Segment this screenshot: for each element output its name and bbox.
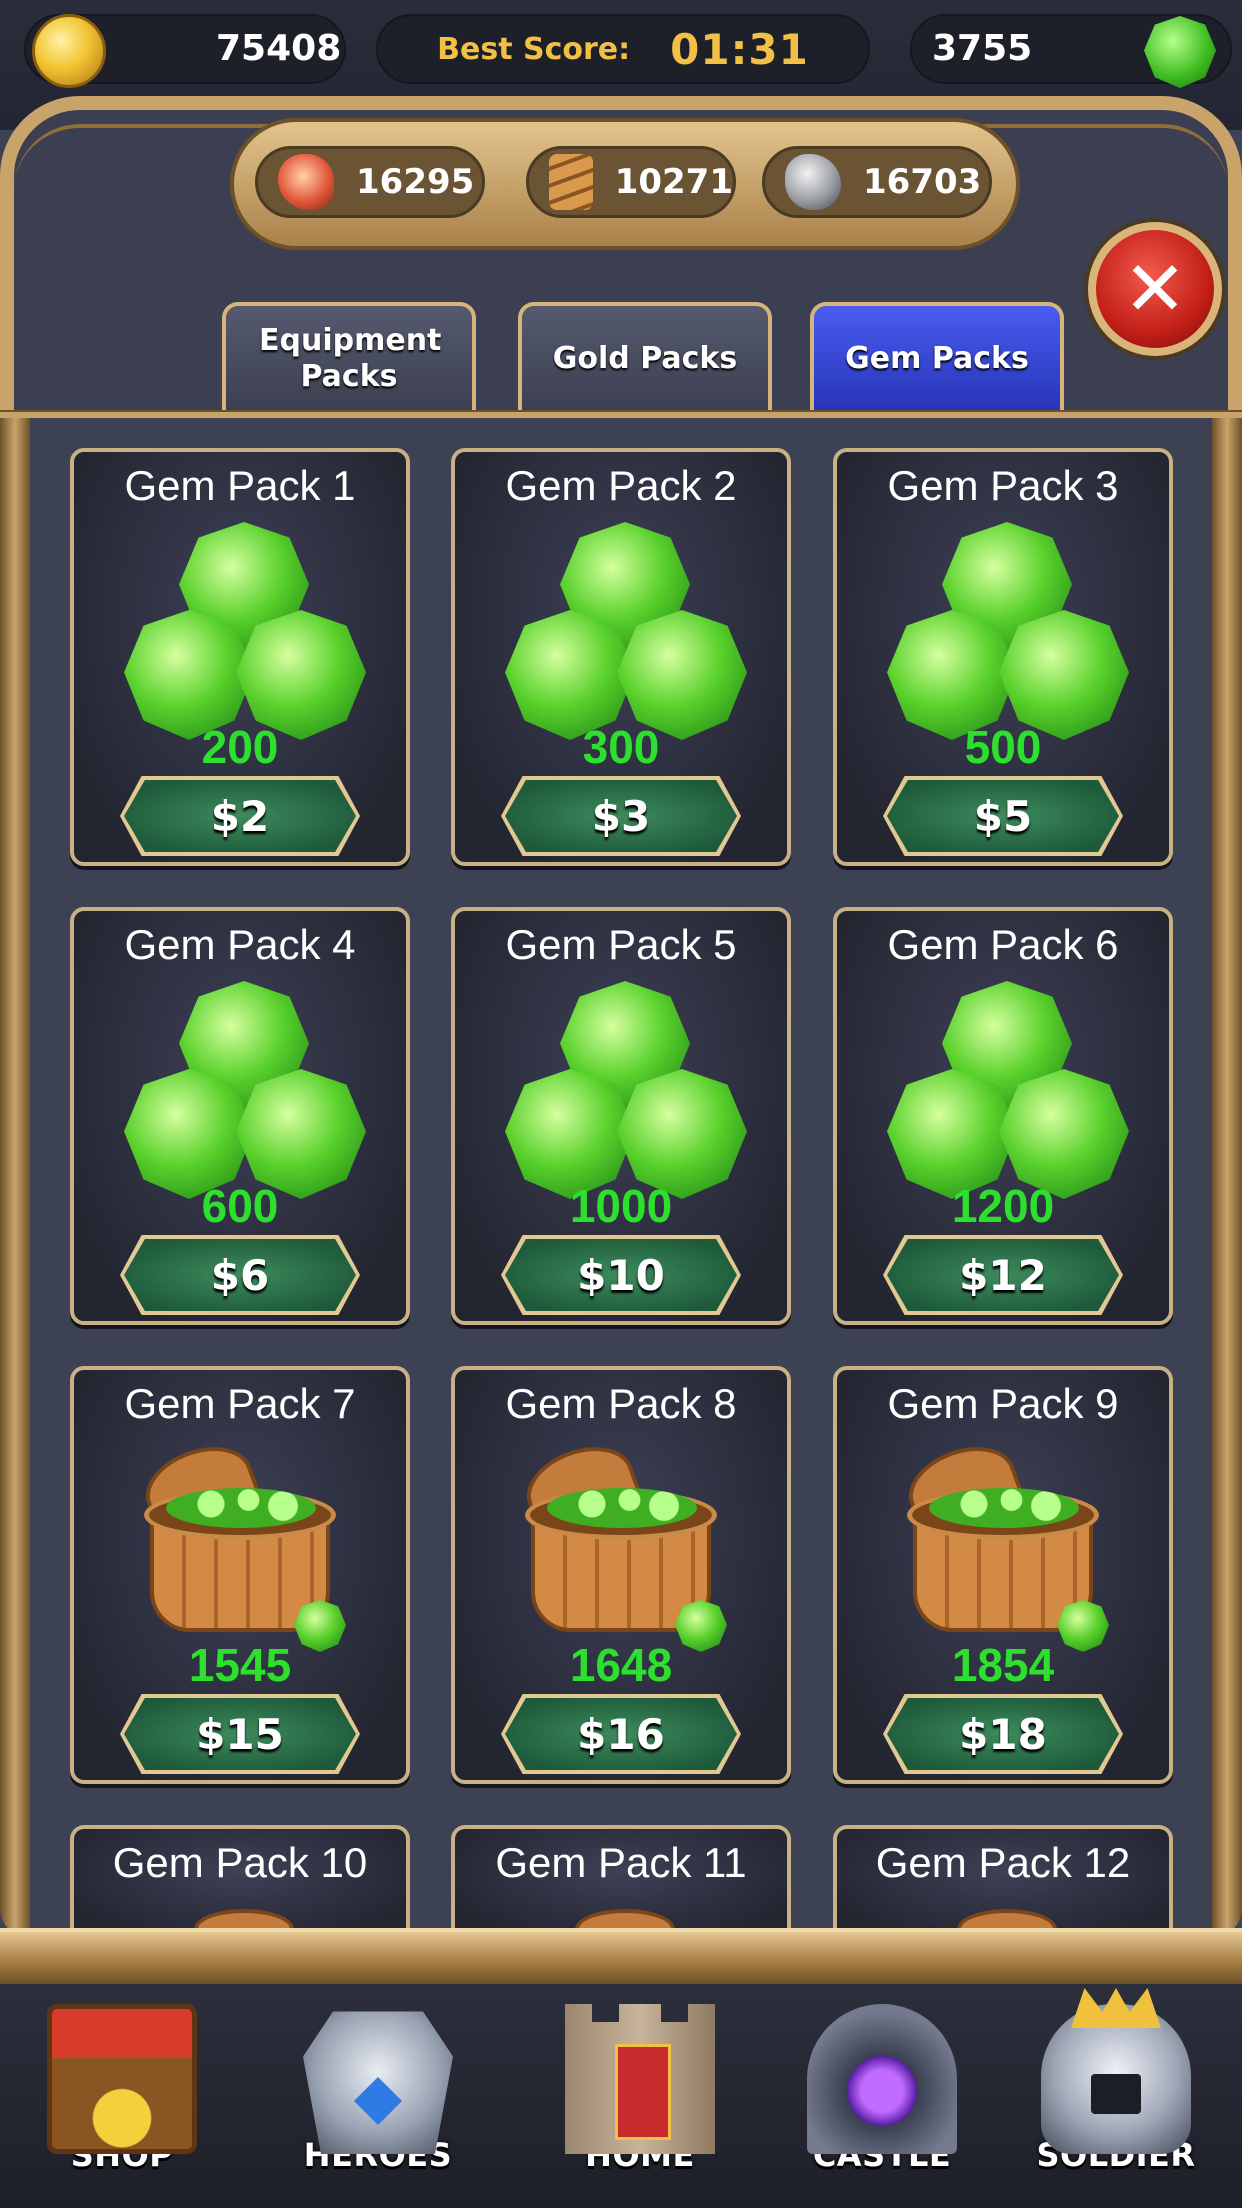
gem-bucket-icon — [957, 1909, 1057, 1930]
pack-card[interactable]: Gem Pack 3 500 $5 — [833, 448, 1173, 866]
tab-label: Gold Packs — [552, 341, 738, 376]
tab-equipment-packs[interactable]: Equipment Packs — [222, 302, 476, 412]
pack-card[interactable]: Gem Pack 7 1545 $15 — [70, 1366, 410, 1784]
pack-amount: 500 — [964, 721, 1042, 773]
pack-amount: 600 — [201, 1180, 279, 1232]
tab-gold-packs[interactable]: Gold Packs — [518, 302, 772, 412]
pack-card[interactable]: Gem Pack 1 200 $2 — [70, 448, 410, 866]
bottom-nav: SHOP HEROES HOME CASTLE SOLDIER — [0, 1984, 1242, 2208]
gem-cluster-icon — [505, 981, 747, 1201]
pack-title: Gem Pack 8 — [505, 1380, 737, 1427]
pack-amount: 1545 — [188, 1639, 292, 1691]
gem-cluster-icon — [124, 981, 366, 1201]
gem-cluster-icon — [505, 522, 747, 742]
pack-title: Gem Pack 1 — [124, 462, 356, 509]
price-button[interactable]: $12 — [887, 1239, 1119, 1311]
pack-title: Gem Pack 9 — [887, 1380, 1119, 1427]
pack-amount: 200 — [201, 721, 279, 773]
price-button[interactable]: $10 — [505, 1239, 737, 1311]
frame-bottom-edge — [0, 1928, 1242, 1984]
tab-label: Gem Packs — [845, 341, 1029, 376]
gem-cluster-icon — [124, 522, 366, 742]
best-score-value: 01:31 — [670, 24, 809, 74]
close-icon: ✕ — [1123, 244, 1187, 333]
shop-stall-icon — [47, 2004, 197, 2154]
pack-card[interactable]: Gem Pack 5 1000 $10 — [451, 907, 791, 1325]
price-button[interactable]: $15 — [124, 1698, 356, 1770]
tab-gem-packs[interactable]: Gem Packs — [810, 302, 1064, 412]
price-button[interactable]: $6 — [124, 1239, 356, 1311]
wood-icon — [549, 154, 593, 210]
wood-resource: 10271 — [526, 146, 736, 218]
wood-amount: 10271 — [614, 162, 733, 202]
price-button[interactable]: $5 — [887, 780, 1119, 852]
pack-title: Gem Pack 10 — [112, 1839, 368, 1886]
gold-counter: 75408 — [24, 14, 346, 88]
stone-amount: 16703 — [863, 162, 982, 202]
nav-home[interactable]: HOME — [540, 2004, 740, 2204]
gem-cluster-icon — [887, 522, 1129, 742]
pack-title: Gem Pack 4 — [124, 921, 356, 968]
gem-bucket-icon — [575, 1909, 675, 1930]
pack-card[interactable]: Gem Pack 12 — [833, 1825, 1173, 1930]
frame-left-edge — [0, 418, 30, 1938]
price-button[interactable]: $16 — [505, 1698, 737, 1770]
best-score-panel: Best Score: 01:31 — [376, 14, 870, 84]
tab-label: Equipment Packs — [259, 323, 442, 394]
pack-amount: 1000 — [569, 1180, 673, 1232]
nav-castle[interactable]: CASTLE — [782, 2004, 982, 2204]
gold-coin-icon — [32, 14, 106, 88]
gem-bucket-icon — [898, 1433, 1117, 1660]
price-button[interactable]: $2 — [124, 780, 356, 852]
gem-cluster-icon — [887, 981, 1129, 1201]
price-button[interactable]: $18 — [887, 1698, 1119, 1770]
food-amount: 16295 — [356, 162, 475, 202]
gem-amount: 3755 — [932, 28, 1033, 69]
pack-title: Gem Pack 2 — [505, 462, 737, 509]
nav-heroes[interactable]: HEROES — [278, 2004, 478, 2204]
nav-soldier[interactable]: SOLDIER — [1016, 2004, 1216, 2204]
pack-amount: 1648 — [569, 1639, 673, 1691]
gem-bucket-icon — [194, 1909, 294, 1930]
pack-grid: Gem Pack 1 200 $2 Gem Pack 2 300 $3 Gem … — [0, 418, 1242, 1930]
armor-icon — [303, 2011, 453, 2154]
pack-amount: 1200 — [951, 1180, 1055, 1232]
pack-title: Gem Pack 12 — [875, 1839, 1131, 1886]
tab-divider — [0, 410, 1242, 418]
stone-resource: 16703 — [762, 146, 992, 218]
pack-title: Gem Pack 3 — [887, 462, 1119, 509]
pack-card[interactable]: Gem Pack 11 — [451, 1825, 791, 1930]
tower-icon — [565, 2004, 715, 2154]
portal-icon — [807, 2004, 957, 2154]
pack-title: Gem Pack 7 — [124, 1380, 356, 1427]
best-score-label: Best Score: — [437, 31, 631, 67]
nav-shop[interactable]: SHOP — [22, 2004, 222, 2204]
gem-counter: 3755 — [910, 14, 1232, 88]
pack-amount: 300 — [582, 721, 660, 773]
pack-card[interactable]: Gem Pack 2 300 $3 — [451, 448, 791, 866]
meat-icon — [278, 154, 334, 210]
gem-icon — [1144, 16, 1216, 88]
pack-amount: 1854 — [951, 1639, 1055, 1691]
pack-card[interactable]: Gem Pack 8 1648 $16 — [451, 1366, 791, 1784]
pack-card[interactable]: Gem Pack 10 — [70, 1825, 410, 1930]
gem-bucket-icon — [516, 1433, 735, 1660]
frame-right-edge — [1212, 418, 1242, 1938]
pack-title: Gem Pack 6 — [887, 921, 1119, 968]
helmet-icon — [1041, 2004, 1191, 2154]
price-button[interactable]: $3 — [505, 780, 737, 852]
pack-card[interactable]: Gem Pack 4 600 $6 — [70, 907, 410, 1325]
gem-bucket-icon — [135, 1433, 354, 1660]
pack-title: Gem Pack 11 — [495, 1839, 747, 1886]
pack-card[interactable]: Gem Pack 6 1200 $12 — [833, 907, 1173, 1325]
pack-card[interactable]: Gem Pack 9 1854 $18 — [833, 1366, 1173, 1784]
close-button[interactable]: ✕ — [1088, 222, 1222, 356]
stone-icon — [785, 154, 841, 210]
pack-title: Gem Pack 5 — [505, 921, 737, 968]
food-resource: 16295 — [255, 146, 485, 218]
